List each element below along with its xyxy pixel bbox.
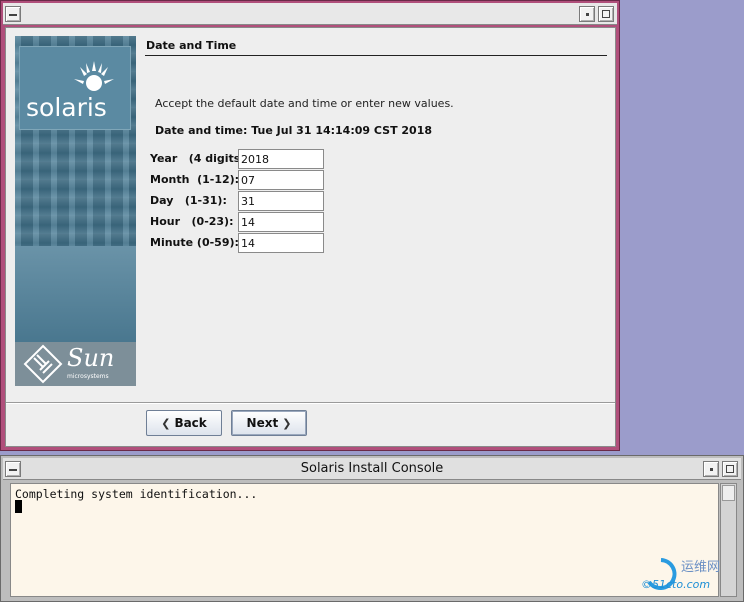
sun-subtitle: microsystems [67,373,109,380]
year-field[interactable] [238,149,324,169]
back-button[interactable]: ❮ Back [146,410,222,436]
minute-field[interactable] [238,233,324,253]
day-label: Day (1-31): [150,194,227,207]
console-maximize-button[interactable] [722,461,738,477]
window-menu-button[interactable] [5,6,21,22]
maximize-button[interactable] [598,6,614,22]
next-label: Next [246,416,279,430]
sun-wordmark: Sun [67,344,115,372]
minimize-icon [580,7,594,21]
install-console-window: Solaris Install Console Completing syste… [0,455,744,602]
console-titlebar[interactable]: Solaris Install Console [3,458,741,480]
watermark-site: ©51cto.com [641,578,711,591]
window-menu-icon [6,7,20,21]
sun-logo: Sun microsystems [15,342,136,386]
minimize-icon [704,462,718,476]
minute-label: Minute (0-59): [150,236,239,249]
instructions-text: Accept the default date and time or ente… [155,97,454,110]
watermark-cn: 运维网 [681,560,721,575]
next-button[interactable]: Next ❯ [231,410,307,436]
solaris-banner: solaris Sun microsystems [15,36,136,386]
date-time-panel: Date and Time Accept the default date an… [144,36,608,386]
console-text: Completing system identification... [15,487,258,501]
text-cursor [15,500,22,513]
console-minimize-button[interactable] [703,461,719,477]
installer-window: solaris Sun microsystems Date and Time A… [0,0,620,451]
year-label: Year (4 digits): [150,152,250,165]
hour-field[interactable] [238,212,324,232]
button-separator [6,402,615,404]
sun-diamond-icon [23,344,63,384]
installer-client-area: solaris Sun microsystems Date and Time A… [5,27,616,447]
maximize-icon [599,7,613,21]
hour-label: Hour (0-23): [150,215,234,228]
console-title: Solaris Install Console [300,461,444,476]
next-arrow-icon: ❯ [282,416,292,430]
back-arrow-icon: ❮ [161,416,171,430]
back-label: Back [174,416,207,430]
title-divider [145,55,607,56]
installer-titlebar[interactable] [3,3,617,25]
day-field[interactable] [238,191,324,211]
maximize-icon [723,462,737,476]
console-output[interactable]: Completing system identification... [10,483,719,597]
month-field[interactable] [238,170,324,190]
current-datetime: Date and time: Tue Jul 31 14:14:09 CST 2… [155,124,433,137]
solaris-logo: solaris [19,46,131,130]
watermark: 运维网 ©51cto.com [641,556,741,596]
scrollbar-thumb[interactable] [722,485,735,501]
minimize-button[interactable] [579,6,595,22]
month-label: Month (1-12): [150,173,240,186]
solaris-wordmark: solaris [26,93,107,122]
page-title: Date and Time [146,39,237,52]
